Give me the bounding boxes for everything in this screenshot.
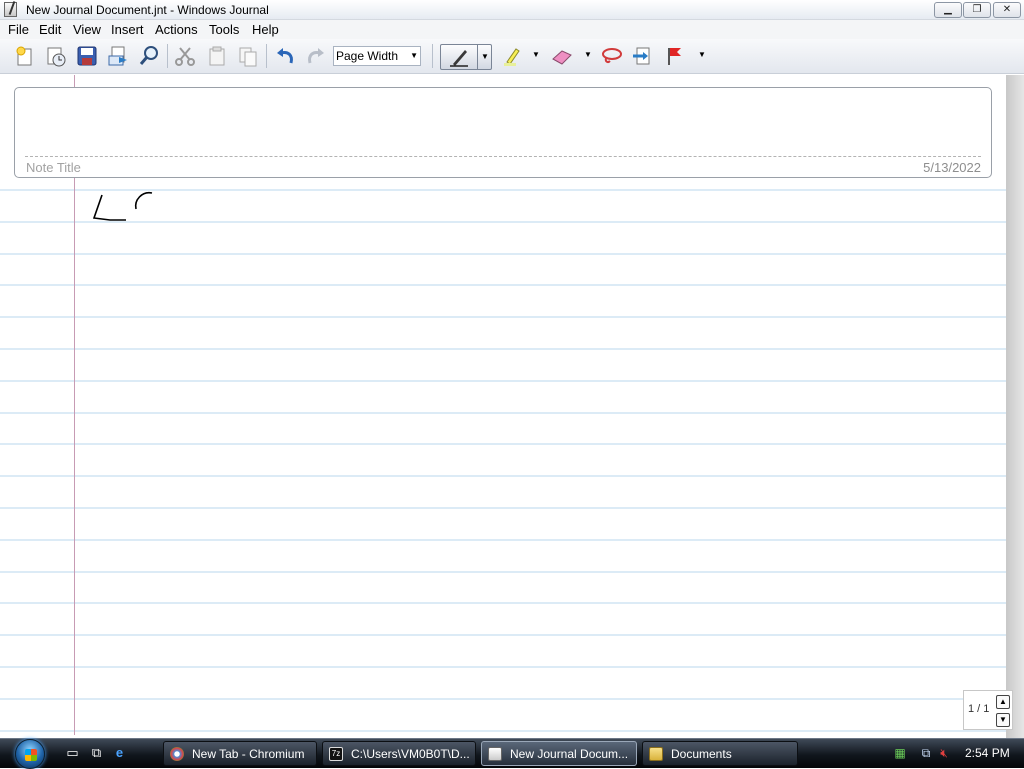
taskbar-item-7zip[interactable]: 7z C:\Users\VM0B0T\D... xyxy=(322,741,476,766)
pen-split-divider xyxy=(477,45,478,69)
eraser-dropdown-arrow[interactable]: ▼ xyxy=(584,51,592,59)
taskbar-item-label: Documents xyxy=(671,747,732,761)
windows-logo-icon xyxy=(15,738,45,769)
menu-edit[interactable]: Edit xyxy=(39,22,61,37)
save-icon[interactable] xyxy=(75,44,99,68)
network-status-icon[interactable]: ▦ xyxy=(892,745,908,761)
highlighter-icon[interactable] xyxy=(500,44,524,68)
ink-stroke-c xyxy=(134,191,153,210)
pen-dropdown-arrow[interactable]: ▼ xyxy=(481,52,489,61)
handwriting-ink xyxy=(92,191,153,221)
taskbar-item-chromium[interactable]: New Tab - Chromium xyxy=(163,741,317,766)
journal-app-icon xyxy=(4,2,17,17)
undo-icon[interactable] xyxy=(273,44,297,68)
chevron-down-icon: ▼ xyxy=(410,51,418,60)
flag-icon[interactable] xyxy=(663,44,687,68)
zoom-dropdown[interactable]: Page Width ▼ xyxy=(333,46,421,66)
journal-window: New Journal Document.jnt - Windows Journ… xyxy=(0,0,1024,738)
send-to-mail-icon[interactable] xyxy=(106,44,130,68)
cut-icon[interactable] xyxy=(173,44,197,68)
network-connection-icon[interactable]: ⧉ xyxy=(918,745,934,761)
window-title: New Journal Document.jnt - Windows Journ… xyxy=(26,3,269,17)
volume-muted-icon[interactable]: 🔇︎ xyxy=(936,745,952,761)
start-button[interactable] xyxy=(8,738,52,769)
taskbar-clock[interactable]: 2:54 PM xyxy=(965,746,1010,760)
title-bar[interactable]: New Journal Document.jnt - Windows Journ… xyxy=(0,0,1024,20)
insert-space-icon[interactable] xyxy=(630,44,654,68)
menu-tools[interactable]: Tools xyxy=(209,22,239,37)
toolbar-separator xyxy=(266,44,267,68)
7zip-icon: 7z xyxy=(329,747,343,761)
menu-actions[interactable]: Actions xyxy=(155,22,198,37)
copy-icon[interactable] xyxy=(205,44,229,68)
show-desktop-icon[interactable]: ▭ xyxy=(64,745,81,761)
eraser-icon[interactable] xyxy=(550,44,574,68)
pen-icon xyxy=(447,47,471,70)
menu-view[interactable]: View xyxy=(73,22,101,37)
journal-icon xyxy=(488,747,502,761)
minimize-button[interactable]: ▁ xyxy=(934,2,962,18)
journal-page[interactable]: Note Title 5/13/2022 xyxy=(0,75,1006,735)
internet-explorer-icon[interactable]: e xyxy=(111,745,128,761)
flag-dropdown-arrow[interactable]: ▼ xyxy=(698,51,706,59)
taskbar-item-label: C:\Users\VM0B0T\D... xyxy=(351,747,470,761)
toolbar-separator xyxy=(167,44,168,68)
lasso-icon[interactable] xyxy=(599,44,623,68)
page-number: 1 / 1 xyxy=(968,703,990,715)
chromium-icon xyxy=(170,747,184,761)
switch-windows-icon[interactable]: ⧉ xyxy=(88,745,105,761)
menu-file[interactable]: File xyxy=(8,22,29,37)
zoom-value: Page Width xyxy=(336,49,399,63)
taskbar-item-label: New Tab - Chromium xyxy=(192,747,305,761)
menu-bar: File Edit View Insert Actions Tools Help xyxy=(0,20,1024,39)
folder-icon xyxy=(649,747,663,761)
highlighter-dropdown-arrow[interactable]: ▼ xyxy=(532,51,540,59)
next-page-button[interactable]: ▼ xyxy=(996,713,1010,727)
maximize-button[interactable]: ❐ xyxy=(963,2,991,18)
menu-insert[interactable]: Insert xyxy=(111,22,144,37)
new-from-template-icon[interactable] xyxy=(44,44,68,68)
new-note-icon[interactable] xyxy=(13,44,37,68)
toolbar-separator xyxy=(432,44,433,68)
pen-tool-button[interactable]: ▼ xyxy=(440,44,492,70)
close-button[interactable]: ✕ xyxy=(993,2,1021,18)
previous-page-button[interactable]: ▲ xyxy=(996,695,1010,709)
taskbar-item-journal[interactable]: New Journal Docum... xyxy=(481,741,637,766)
redo-icon[interactable] xyxy=(304,44,328,68)
taskbar-item-label: New Journal Docum... xyxy=(510,747,629,761)
toolbar: ▼ ▼ ▼ xyxy=(0,39,1024,74)
paste-icon[interactable] xyxy=(236,44,260,68)
find-icon[interactable] xyxy=(137,44,161,68)
page-navigator: 1 / 1 ▲ ▼ xyxy=(963,690,1013,730)
menu-help[interactable]: Help xyxy=(252,22,279,37)
taskbar-item-documents[interactable]: Documents xyxy=(642,741,798,766)
ink-stroke-l xyxy=(92,194,126,221)
vertical-scroll-area[interactable] xyxy=(1006,75,1024,738)
